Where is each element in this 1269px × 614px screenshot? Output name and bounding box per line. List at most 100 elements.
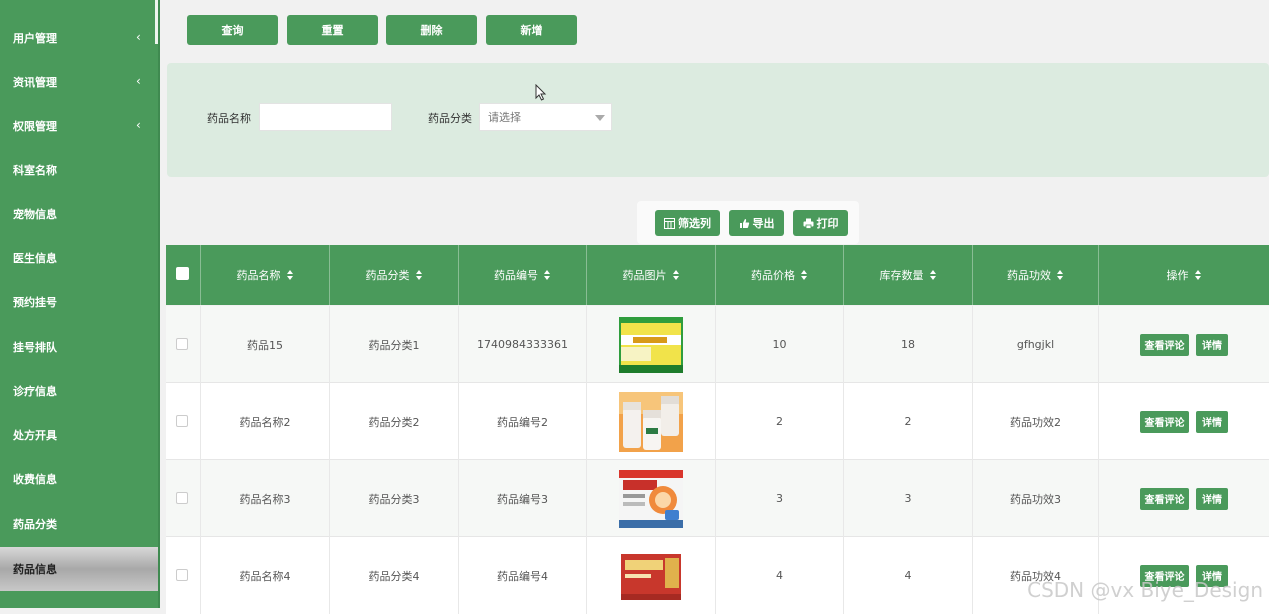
print-label: 打印 xyxy=(816,217,839,230)
cell-drug-category: 药品分类3 xyxy=(330,460,459,537)
cell-drug-effect: 药品功效2 xyxy=(973,383,1099,460)
sidebar-item-label: 挂号排队 xyxy=(13,341,57,354)
sidebar-item-diagnosis[interactable]: 诊疗信息 xyxy=(0,369,158,413)
sidebar-item-label: 宠物信息 xyxy=(13,208,57,221)
view-comments-button[interactable]: 查看评论 xyxy=(1140,333,1189,356)
cell-actions: 查看评论 详情 xyxy=(1099,306,1269,383)
cell-drug-image xyxy=(587,537,716,614)
drug-name-label: 药品名称 xyxy=(207,112,251,125)
sidebar-item-label: 用户管理 xyxy=(13,32,57,45)
table-row[interactable]: 药品名称2 药品分类2 药品编号2 2 2 药品功效2 查看评论 详情 xyxy=(166,383,1269,460)
reset-button[interactable]: 重置 xyxy=(287,15,378,45)
drug-name-input[interactable] xyxy=(259,103,392,131)
view-comments-button[interactable]: 查看评论 xyxy=(1140,487,1189,510)
sidebar-item-label: 医生信息 xyxy=(13,252,57,265)
details-button[interactable]: 详情 xyxy=(1196,333,1228,356)
sort-icon xyxy=(929,270,937,280)
cell-drug-price: 10 xyxy=(716,306,844,383)
sidebar-item-label: 预约挂号 xyxy=(13,296,57,309)
table-row[interactable]: 药品名称3 药品分类3 药品编号3 3 3 药品功效3 查看评论 详情 xyxy=(166,460,1269,537)
sidebar-item-label: 资讯管理 xyxy=(13,76,57,89)
chevron-left-icon: ‹ xyxy=(136,30,141,44)
row-select-cell xyxy=(166,383,201,460)
row-checkbox[interactable] xyxy=(176,338,188,350)
sidebar-item-drug-category[interactable]: 药品分类 xyxy=(0,502,158,546)
header-label: 操作 xyxy=(1166,269,1189,282)
header-drug-category[interactable]: 药品分类 xyxy=(330,245,459,305)
sidebar-item-queue[interactable]: 挂号排队 xyxy=(0,325,158,369)
cell-drug-category: 药品分类4 xyxy=(330,537,459,614)
drug-image-red-gold-box[interactable] xyxy=(619,547,683,604)
sidebar-item-user-management[interactable]: 用户管理 ‹ xyxy=(0,16,158,60)
filter-columns-button[interactable]: 筛选列 xyxy=(655,210,720,236)
caret-down-icon xyxy=(595,115,605,121)
sidebar-item-appointment[interactable]: 预约挂号 xyxy=(0,280,158,324)
header-label: 药品价格 xyxy=(751,269,795,282)
sidebar-item-drug-info[interactable]: 药品信息 xyxy=(0,547,158,591)
header-label: 库存数量 xyxy=(879,269,924,282)
cell-drug-code: 1740984333361 xyxy=(459,306,587,383)
cell-drug-code: 药品编号3 xyxy=(459,460,587,537)
sort-icon xyxy=(1057,270,1064,280)
cell-stock: 4 xyxy=(844,537,973,614)
chevron-left-icon: ‹ xyxy=(136,74,141,88)
filter-columns-label: 筛选列 xyxy=(678,217,711,230)
row-checkbox[interactable] xyxy=(176,569,188,581)
cell-drug-price: 4 xyxy=(716,537,844,614)
sidebar-item-pet-info[interactable]: 宠物信息 xyxy=(0,192,158,236)
details-button[interactable]: 详情 xyxy=(1196,487,1228,510)
drug-category-select[interactable]: 请选择 xyxy=(479,103,612,131)
sidebar-item-label: 处方开具 xyxy=(13,429,57,442)
sidebar-item-permission-management[interactable]: 权限管理 ‹ xyxy=(0,104,158,148)
cell-drug-category: 药品分类1 xyxy=(330,306,459,383)
sort-icon xyxy=(415,270,423,280)
watermark: CSDN @vx Biye_Design xyxy=(1027,578,1263,602)
sidebar-item-department[interactable]: 科室名称 xyxy=(0,148,158,192)
cell-drug-name: 药品15 xyxy=(201,306,330,383)
header-actions[interactable]: 操作 xyxy=(1099,245,1269,305)
cell-drug-name: 药品名称3 xyxy=(201,460,330,537)
query-button[interactable]: 查询 xyxy=(187,15,278,45)
header-label: 药品编号 xyxy=(494,269,538,282)
sidebar-item-news-management[interactable]: 资讯管理 ‹ xyxy=(0,60,158,104)
row-checkbox[interactable] xyxy=(176,415,188,427)
sidebar-item-label: 收费信息 xyxy=(13,473,57,486)
mouse-cursor-icon xyxy=(535,84,547,101)
drug-image-white-bottles[interactable] xyxy=(619,391,683,452)
sidebar-item-doctor-info[interactable]: 医生信息 xyxy=(0,236,158,280)
select-all-checkbox[interactable] xyxy=(176,267,189,280)
sidebar-item-label: 药品信息 xyxy=(13,563,57,576)
header-drug-effect[interactable]: 药品功效 xyxy=(973,245,1099,305)
drug-image-red-white-box[interactable] xyxy=(619,469,683,528)
table-row[interactable]: 药品15 药品分类1 1740984333361 10 18 gfhgjkl 查… xyxy=(166,306,1269,383)
add-button[interactable]: 新增 xyxy=(486,15,577,45)
sidebar: 用户管理 ‹ 资讯管理 ‹ 权限管理 ‹ 科室名称 宠物信息 医生信息 预约挂号… xyxy=(0,0,160,608)
sidebar-item-billing[interactable]: 收费信息 xyxy=(0,457,158,501)
delete-button[interactable]: 删除 xyxy=(386,15,477,45)
row-select-cell xyxy=(166,460,201,537)
drug-image-green-yellow-box[interactable] xyxy=(619,316,683,373)
cell-drug-effect: 药品功效4 xyxy=(973,537,1099,614)
header-stock[interactable]: 库存数量 xyxy=(844,245,973,305)
print-button[interactable]: 打印 xyxy=(793,210,848,236)
header-drug-code[interactable]: 药品编号 xyxy=(459,245,587,305)
cell-drug-effect: gfhgjkl xyxy=(973,306,1099,383)
view-comments-button[interactable]: 查看评论 xyxy=(1140,410,1189,433)
header-drug-price[interactable]: 药品价格 xyxy=(716,245,844,305)
row-checkbox[interactable] xyxy=(176,492,188,504)
sidebar-item-prescription[interactable]: 处方开具 xyxy=(0,413,158,457)
header-drug-image[interactable]: 药品图片 xyxy=(587,245,716,305)
sidebar-item-label: 诊疗信息 xyxy=(13,385,57,398)
details-button[interactable]: 详情 xyxy=(1196,410,1228,433)
cell-actions: 查看评论 详情 xyxy=(1099,383,1269,460)
header-drug-name[interactable]: 药品名称 xyxy=(201,245,330,305)
printer-icon xyxy=(803,218,813,229)
export-button[interactable]: 导出 xyxy=(729,210,784,236)
cell-actions: 查看评论 详情 xyxy=(1099,460,1269,537)
cell-drug-code: 药品编号2 xyxy=(459,383,587,460)
select-placeholder: 请选择 xyxy=(488,111,521,124)
table-row[interactable]: 药品名称4 药品分类4 药品编号4 4 4 药品功效4 查看评论 详情 xyxy=(166,537,1269,614)
cell-drug-code: 药品编号4 xyxy=(459,537,587,614)
header-select-cell xyxy=(166,245,201,305)
cell-drug-image xyxy=(587,460,716,537)
